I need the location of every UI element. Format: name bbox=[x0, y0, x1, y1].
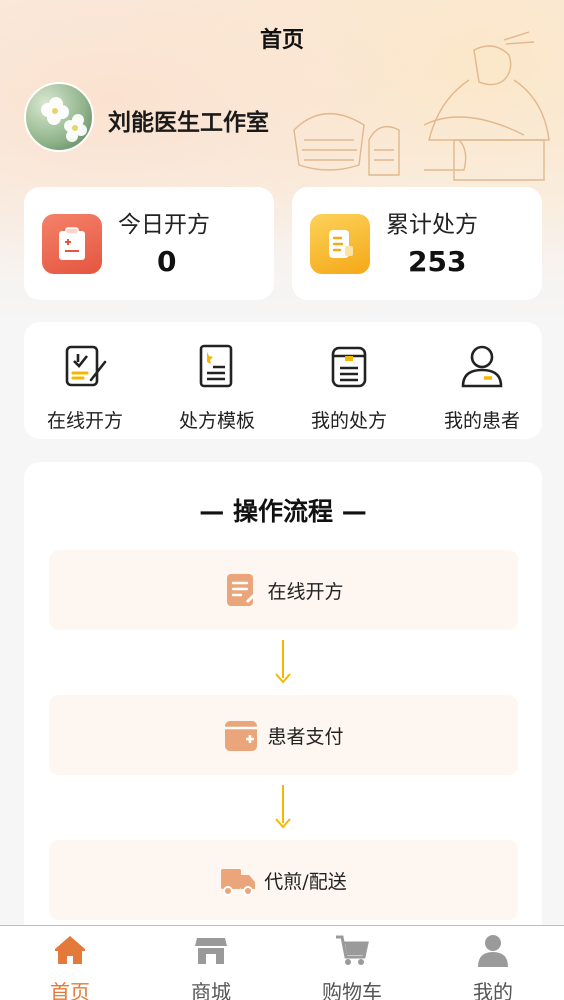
tab-label: 我的 bbox=[473, 980, 513, 1000]
tab-label: 商城 bbox=[191, 980, 231, 1000]
flow-step-decoct-delivery: 代煎/配送 bbox=[49, 840, 518, 920]
stat-label-total: 累计处方 bbox=[386, 212, 478, 238]
tcm-doctor-illustration bbox=[293, 31, 550, 181]
tab-home[interactable]: 首页 bbox=[20, 932, 120, 1000]
quick-action-my-prescriptions[interactable]: 我的处方 bbox=[284, 342, 414, 433]
flow-title: — 操作流程 — bbox=[199, 497, 367, 526]
flow-step-label: 代煎/配送 bbox=[264, 870, 347, 893]
flow-step-patient-pay: 患者支付 bbox=[49, 695, 518, 775]
note-icon bbox=[227, 574, 257, 606]
quick-action-label: 在线开方 bbox=[46, 410, 123, 432]
stat-label-today: 今日开方 bbox=[118, 212, 210, 238]
bottom-tab-bar: 首页 商城 购物车 我的 bbox=[0, 925, 564, 1000]
flow-arrow-icon bbox=[275, 785, 291, 829]
quick-actions-panel: 在线开方 处方模板 我的处方 我的患者 bbox=[24, 322, 542, 439]
quick-action-online-prescribe[interactable]: 在线开方 bbox=[20, 342, 150, 433]
tab-label: 购物车 bbox=[322, 980, 382, 1000]
studio-name: 刘能医生工作室 bbox=[108, 110, 269, 136]
user-icon bbox=[478, 935, 508, 967]
truck-icon bbox=[221, 869, 256, 896]
home-icon bbox=[55, 936, 85, 964]
sign-prescription-icon bbox=[65, 345, 107, 387]
stat-card-today[interactable]: 今日开方 0 bbox=[24, 187, 274, 300]
document-icon bbox=[310, 214, 370, 274]
tab-mine[interactable]: 我的 bbox=[443, 932, 543, 1000]
flow-arrow-icon bbox=[275, 640, 291, 684]
quick-action-my-patients[interactable]: 我的患者 bbox=[417, 342, 547, 433]
page-title: 首页 bbox=[259, 28, 304, 53]
stat-value-today: 0 bbox=[157, 245, 177, 278]
cart-icon bbox=[336, 935, 369, 965]
tab-cart[interactable]: 购物车 bbox=[302, 932, 402, 1000]
quick-action-label: 我的处方 bbox=[310, 410, 387, 432]
flow-step-label: 在线开方 bbox=[267, 580, 344, 603]
shop-icon bbox=[195, 938, 227, 964]
template-icon bbox=[199, 344, 233, 388]
operation-flow-panel: — 操作流程 — 在线开方 患者支付 代煎/配送 bbox=[24, 462, 542, 942]
wallet-icon bbox=[225, 721, 258, 751]
prescription-list-icon bbox=[331, 346, 367, 388]
stat-card-total[interactable]: 累计处方 253 bbox=[292, 187, 542, 300]
avatar[interactable] bbox=[24, 82, 94, 152]
quick-action-label: 处方模板 bbox=[178, 410, 255, 432]
tab-shop[interactable]: 商城 bbox=[161, 932, 261, 1000]
quick-action-template[interactable]: 处方模板 bbox=[152, 342, 282, 433]
stat-value-total: 253 bbox=[408, 245, 467, 278]
patient-icon bbox=[461, 345, 503, 388]
flow-step-online-prescribe: 在线开方 bbox=[49, 550, 518, 630]
tab-label: 首页 bbox=[50, 980, 90, 1000]
quick-action-label: 我的患者 bbox=[443, 410, 520, 432]
clipboard-icon bbox=[42, 214, 102, 274]
flow-step-label: 患者支付 bbox=[267, 725, 344, 748]
